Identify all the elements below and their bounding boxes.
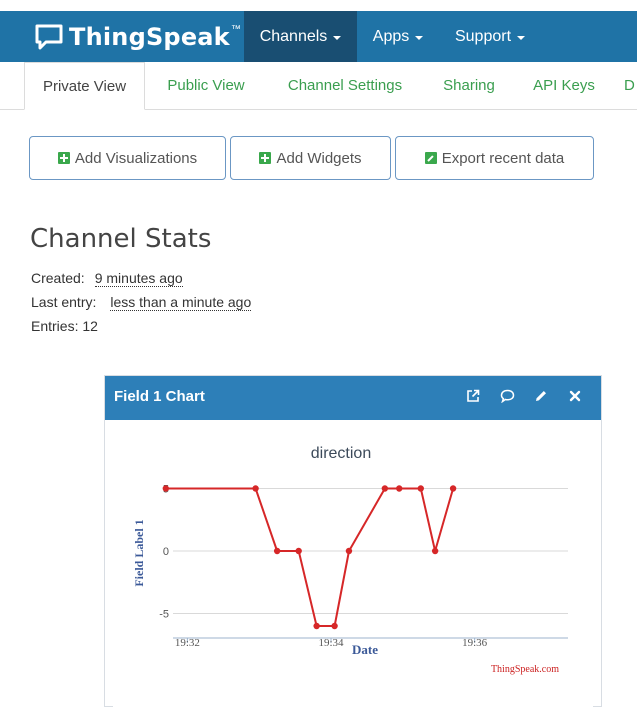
data-point[interactable] xyxy=(449,485,457,492)
stat-last-entry: Last entry: less than a minute ago xyxy=(31,294,252,311)
chart-panel-actions xyxy=(465,387,583,405)
stat-last-entry-value: less than a minute ago xyxy=(110,294,252,311)
caret-down-icon xyxy=(415,35,424,40)
data-point[interactable] xyxy=(295,547,302,555)
nav-channels-label: Channels xyxy=(259,27,328,45)
data-point[interactable] xyxy=(431,547,439,555)
tab-channel-settings[interactable]: Channel Settings xyxy=(275,62,415,109)
data-point[interactable] xyxy=(396,485,403,492)
data-point[interactable] xyxy=(313,622,320,630)
data-point[interactable] xyxy=(273,547,281,555)
close-icon[interactable] xyxy=(567,387,583,405)
stat-created-value: 9 minutes ago xyxy=(94,270,183,287)
y-tick-label: -5 xyxy=(159,609,169,621)
comment-icon[interactable] xyxy=(499,387,515,405)
add-visualizations-button[interactable]: Add Visualizations xyxy=(29,136,226,180)
brand-trademark: ™ xyxy=(230,23,241,35)
stat-created: Created: 9 minutes ago xyxy=(31,270,183,287)
y-tick-label: 0 xyxy=(163,546,169,558)
data-point[interactable] xyxy=(381,485,389,492)
chart-credit: ThingSpeak.com xyxy=(491,664,559,675)
chart-title: direction xyxy=(311,445,371,462)
channel-tabs: Private View Public View Channel Setting… xyxy=(0,62,637,110)
field-1-chart-panel: Field 1 Chart direction Field Label 1 Da… xyxy=(104,375,602,708)
chat-bubble-icon xyxy=(35,24,63,50)
series-line xyxy=(165,487,455,627)
x-tick-label: 19:36 xyxy=(462,637,488,649)
nav-apps[interactable]: Apps xyxy=(357,11,439,62)
add-widgets-label: Add Widgets xyxy=(276,149,362,167)
chart-panel-header: Field 1 Chart xyxy=(105,376,601,420)
plot-layer: 50-519:3219:3419:36 xyxy=(159,484,568,649)
stat-last-entry-label: Last entry: xyxy=(31,294,97,310)
tab-public-view[interactable]: Public View xyxy=(153,62,259,109)
direction-line-chart: direction Field Label 1 Date ThingSpeak.… xyxy=(132,445,568,675)
tab-api-keys[interactable]: API Keys xyxy=(524,62,604,109)
nav-support-label: Support xyxy=(454,27,512,45)
channel-stats-heading: Channel Stats xyxy=(30,224,212,254)
tab-private-view[interactable]: Private View xyxy=(24,62,145,110)
nav-channels[interactable]: Channels xyxy=(244,11,357,62)
chart-panel-title: Field 1 Chart xyxy=(114,388,205,405)
y-axis-label: Field Label 1 xyxy=(132,519,146,586)
add-visualizations-label: Add Visualizations xyxy=(74,149,198,167)
plus-square-icon xyxy=(57,152,70,164)
tab-data-import-partial[interactable]: D xyxy=(624,62,637,109)
export-recent-data-button[interactable]: Export recent data xyxy=(395,136,594,180)
stat-entries: Entries: 12 xyxy=(31,318,98,334)
nav-support[interactable]: Support xyxy=(439,11,541,62)
data-point[interactable] xyxy=(331,622,338,630)
caret-down-icon xyxy=(517,35,526,40)
brand-logo[interactable]: ThingSpeak ™ xyxy=(34,20,241,54)
chart-area: direction Field Label 1 Date ThingSpeak.… xyxy=(113,428,593,708)
x-tick-label: 19:32 xyxy=(175,637,200,649)
x-axis-label: Date xyxy=(352,642,378,657)
export-icon xyxy=(424,152,437,164)
tab-sharing[interactable]: Sharing xyxy=(432,62,506,109)
data-point[interactable] xyxy=(162,485,170,492)
brand-name: ThingSpeak xyxy=(69,23,230,51)
data-point[interactable] xyxy=(417,485,424,492)
data-point[interactable] xyxy=(345,547,353,555)
export-recent-data-label: Export recent data xyxy=(441,149,565,167)
x-tick-label: 19:34 xyxy=(318,637,344,649)
external-link-icon[interactable] xyxy=(465,387,481,405)
plus-square-icon xyxy=(259,152,272,164)
nav-apps-label: Apps xyxy=(372,27,410,45)
pencil-icon[interactable] xyxy=(533,387,549,405)
top-navbar: ThingSpeak ™ Channels Apps Support xyxy=(0,11,637,62)
add-widgets-button[interactable]: Add Widgets xyxy=(230,136,391,180)
caret-down-icon xyxy=(333,35,342,40)
data-point[interactable] xyxy=(252,485,259,492)
stat-created-label: Created: xyxy=(31,270,85,286)
